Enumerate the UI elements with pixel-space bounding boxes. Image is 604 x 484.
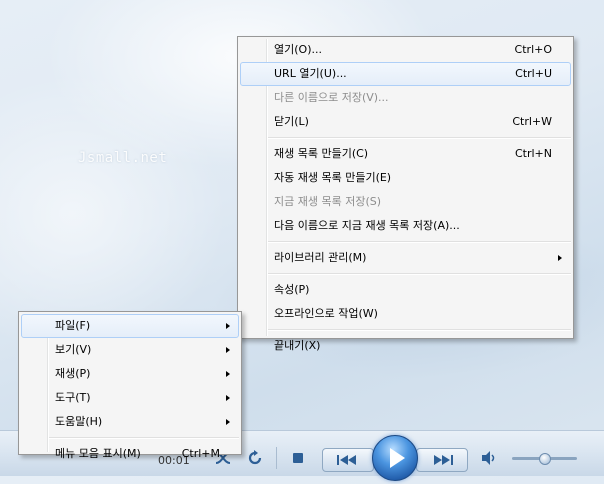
volume-icon[interactable] [480, 450, 498, 466]
submenu-arrow-icon [558, 255, 562, 261]
submenu-arrow-icon [226, 371, 230, 377]
menu-item-save-now-playing: 지금 재생 목록 저장(S) [240, 190, 571, 214]
menu-item-label: 재생(P) [55, 367, 91, 380]
menu-item-label: 끝내기(X) [274, 339, 321, 352]
submenu-arrow-icon [226, 347, 230, 353]
menu-item-work-offline[interactable]: 오프라인으로 작업(W) [240, 302, 571, 326]
menu-item-save-as: 다른 이름으로 저장(V)... [240, 86, 571, 110]
menu-item-shortcut: Ctrl+M [181, 447, 220, 460]
menu-item-label: 도구(T) [55, 391, 91, 404]
menu-item-save-now-playing-as[interactable]: 다음 이름으로 지금 재생 목록 저장(A)... [240, 214, 571, 238]
menu-item-label: 메뉴 모음 표시(M) [55, 447, 141, 460]
menu-item-label: 재생 목록 만들기(C) [274, 147, 369, 160]
menu-item-shortcut: Ctrl+N [514, 147, 552, 160]
menu-item-properties[interactable]: 속성(P) [240, 278, 571, 302]
menu-separator [268, 329, 571, 331]
submenu-arrow-icon [226, 419, 230, 425]
menu-item-label: URL 열기(U)... [274, 67, 347, 80]
play-icon [390, 448, 405, 468]
menu-separator [268, 137, 571, 139]
stop-button[interactable] [293, 453, 303, 463]
main-menu-popup: 파일(F) 보기(V) 재생(P) 도구(T) 도움말(H) 메뉴 모음 표시(… [18, 311, 242, 460]
menu-item-label: 열기(O)... [274, 43, 322, 56]
menu-item-manage-library[interactable]: 라이브러리 관리(M) [240, 246, 571, 270]
menu-item-create-playlist[interactable]: 재생 목록 만들기(C) Ctrl+N [240, 142, 571, 166]
menu-item-label: 오프라인으로 작업(W) [274, 307, 378, 320]
repeat-icon[interactable] [246, 449, 264, 467]
menu-item-shortcut: Ctrl+U [515, 67, 552, 80]
menu-item-label: 속성(P) [274, 283, 310, 296]
menu-item-label: 라이브러리 관리(M) [274, 251, 367, 264]
menu-item-file[interactable]: 파일(F) [21, 314, 239, 338]
play-button[interactable] [372, 435, 418, 481]
menu-item-help[interactable]: 도움말(H) [21, 410, 239, 434]
menu-separator [268, 273, 571, 275]
menu-item-label: 보기(V) [55, 343, 92, 356]
menu-item-label: 다른 이름으로 저장(V)... [274, 91, 389, 104]
submenu-arrow-icon [226, 395, 230, 401]
menu-item-label: 다음 이름으로 지금 재생 목록 저장(A)... [274, 219, 460, 232]
volume-slider-thumb[interactable] [539, 453, 551, 465]
volume-slider[interactable] [512, 453, 577, 465]
menu-item-label: 지금 재생 목록 저장(S) [274, 195, 382, 208]
menu-item-view[interactable]: 보기(V) [21, 338, 239, 362]
divider [276, 447, 277, 469]
menu-item-open[interactable]: 열기(O)... Ctrl+O [240, 38, 571, 62]
submenu-arrow-icon [226, 323, 230, 329]
watermark-text: Jsmall.net [78, 150, 168, 166]
menu-item-label: 자동 재생 목록 만들기(E) [274, 171, 392, 184]
menu-item-exit[interactable]: 끝내기(X) [240, 334, 571, 358]
menu-item-close[interactable]: 닫기(L) Ctrl+W [240, 110, 571, 134]
menu-item-open-url[interactable]: URL 열기(U)... Ctrl+U [240, 62, 571, 86]
menu-item-play[interactable]: 재생(P) [21, 362, 239, 386]
menu-item-create-auto-playlist[interactable]: 자동 재생 목록 만들기(E) [240, 166, 571, 190]
menu-item-shortcut: Ctrl+W [512, 115, 552, 128]
previous-icon [337, 455, 356, 465]
menu-separator [49, 437, 239, 439]
menu-item-label: 파일(F) [55, 319, 91, 332]
next-icon [434, 455, 453, 465]
next-button[interactable] [416, 448, 468, 472]
menu-item-shortcut: Ctrl+O [514, 43, 552, 56]
menu-item-tools[interactable]: 도구(T) [21, 386, 239, 410]
menu-item-show-menu-bar[interactable]: 메뉴 모음 표시(M) Ctrl+M [21, 442, 239, 466]
previous-button[interactable] [322, 448, 374, 472]
menu-separator [268, 241, 571, 243]
file-menu: 열기(O)... Ctrl+O URL 열기(U)... Ctrl+U 다른 이… [237, 36, 574, 352]
menu-item-label: 닫기(L) [274, 115, 309, 128]
menu-item-label: 도움말(H) [55, 415, 103, 428]
